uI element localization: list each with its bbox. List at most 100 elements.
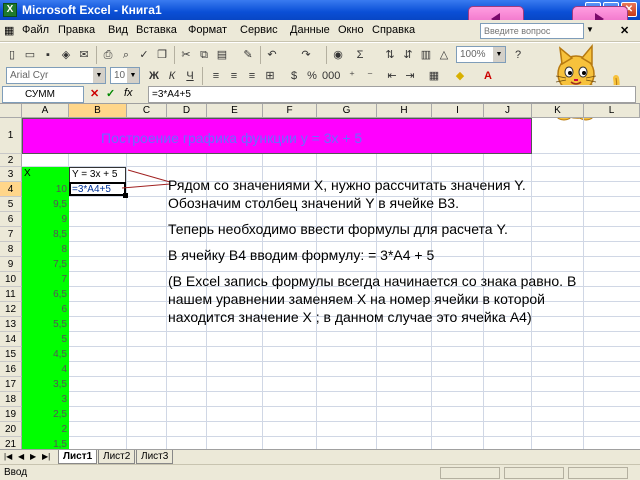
autosum-icon[interactable]: Σ — [352, 47, 368, 63]
tab-sheet2[interactable]: Лист2 — [98, 450, 136, 464]
column-header-d[interactable]: D — [167, 104, 207, 118]
menu-data[interactable]: Данные — [290, 24, 330, 36]
row-header-18[interactable]: 18 — [0, 392, 22, 407]
first-sheet-icon[interactable]: |◀ — [4, 452, 12, 461]
email-icon[interactable]: ✉ — [76, 47, 92, 63]
decrease-decimal-icon[interactable]: ⁻ — [362, 68, 378, 84]
row-header-9[interactable]: 9 — [0, 257, 22, 272]
row-header-12[interactable]: 12 — [0, 302, 22, 317]
row-header-16[interactable]: 16 — [0, 362, 22, 377]
row-header-14[interactable]: 14 — [0, 332, 22, 347]
cancel-entry-icon[interactable]: ✕ — [90, 87, 99, 100]
font-color-icon[interactable]: A — [480, 68, 496, 84]
cell-a11[interactable]: 6,5 — [22, 289, 67, 300]
column-header-f[interactable]: F — [263, 104, 317, 118]
row-header-3[interactable]: 3 — [0, 167, 22, 182]
row-header-17[interactable]: 17 — [0, 377, 22, 392]
tab-sheet3[interactable]: Лист3 — [136, 450, 174, 464]
menu-insert[interactable]: Вставка — [136, 24, 177, 36]
percent-format-icon[interactable]: % — [304, 68, 320, 84]
font-dropdown-icon[interactable]: ▼ — [93, 68, 105, 83]
menu-window[interactable]: Окно — [338, 24, 364, 36]
name-box[interactable]: СУММ — [2, 86, 84, 103]
italic-button[interactable]: К — [164, 68, 180, 84]
align-left-icon[interactable]: ≡ — [208, 68, 224, 84]
zoom-select[interactable]: 100% ▼ — [456, 46, 506, 63]
excel-menu-icon[interactable]: ▦ — [4, 24, 14, 37]
cell-a4[interactable]: 10 — [22, 184, 67, 195]
column-header-e[interactable]: E — [207, 104, 263, 118]
cell-a10[interactable]: 7 — [22, 274, 67, 285]
currency-format-icon[interactable]: $ — [286, 68, 302, 84]
insert-function-icon[interactable]: fx — [124, 87, 133, 99]
help-question-input[interactable] — [480, 23, 584, 39]
row-header-7[interactable]: 7 — [0, 227, 22, 242]
new-document-icon[interactable]: ▯ — [4, 47, 20, 63]
cell-a3[interactable]: X — [24, 168, 31, 179]
font-name-select[interactable]: Arial Cyr ▼ — [6, 67, 106, 84]
save-icon[interactable]: ▪ — [40, 47, 56, 63]
spelling-icon[interactable]: ✓ — [136, 47, 152, 63]
column-header-l[interactable]: L — [584, 104, 640, 118]
fill-handle[interactable] — [123, 193, 128, 198]
column-header-k[interactable]: K — [532, 104, 584, 118]
menu-help[interactable]: Справка — [372, 24, 415, 36]
row-header-10[interactable]: 10 — [0, 272, 22, 287]
size-dropdown-icon[interactable]: ▼ — [127, 68, 139, 83]
tab-sheet1[interactable]: Лист1 — [58, 450, 98, 464]
increase-decimal-icon[interactable]: ⁺ — [344, 68, 360, 84]
cell-a17[interactable]: 3,5 — [22, 379, 67, 390]
row-header-15[interactable]: 15 — [0, 347, 22, 362]
row-header-8[interactable]: 8 — [0, 242, 22, 257]
spreadsheet-grid[interactable]: ABCDEFGHIJKL 1 2 3 4 5 6 7 8 9 10 11 12 13 14 15 16 17 18… — [0, 104, 640, 449]
help-icon[interactable]: ? — [510, 47, 526, 63]
cell-a20[interactable]: 2 — [22, 424, 67, 435]
borders-icon[interactable]: ▦ — [426, 68, 442, 84]
column-header-c[interactable]: C — [127, 104, 167, 118]
row-header-11[interactable]: 11 — [0, 287, 22, 302]
excel-app-icon[interactable]: X — [3, 3, 17, 17]
cell-a16[interactable]: 4 — [22, 364, 67, 375]
cell-a18[interactable]: 3 — [22, 394, 67, 405]
cell-a13[interactable]: 5,5 — [22, 319, 67, 330]
row-header-20[interactable]: 20 — [0, 422, 22, 437]
zoom-dropdown-icon[interactable]: ▼ — [493, 47, 505, 62]
align-center-icon[interactable]: ≡ — [226, 68, 242, 84]
formula-input[interactable]: =3*A4+5 — [148, 86, 636, 103]
row-header-19[interactable]: 19 — [0, 407, 22, 422]
cell-a5[interactable]: 9,5 — [22, 199, 67, 210]
enter-entry-icon[interactable]: ✓ — [106, 87, 115, 100]
merge-center-icon[interactable]: ⊞ — [262, 68, 278, 84]
row-header-5[interactable]: 5 — [0, 197, 22, 212]
menu-format[interactable]: Формат — [188, 24, 227, 36]
print-icon[interactable]: ⎙ — [100, 47, 116, 63]
format-painter-icon[interactable]: ✎ — [240, 47, 256, 63]
menu-file[interactable]: Файл — [22, 24, 49, 36]
paste-icon[interactable]: ▤ — [214, 47, 230, 63]
permission-icon[interactable]: ◈ — [58, 47, 74, 63]
thousands-format-icon[interactable]: 000 — [322, 68, 340, 84]
row-header-21[interactable]: 21 — [0, 437, 22, 449]
font-size-select[interactable]: 10 ▼ — [110, 67, 140, 84]
column-header-h[interactable]: H — [377, 104, 432, 118]
sort-ascending-icon[interactable]: ⇅ — [382, 47, 398, 63]
hyperlink-icon[interactable]: ◉ — [330, 47, 346, 63]
fill-color-icon[interactable]: ◆ — [452, 68, 468, 84]
help-dropdown-icon[interactable]: ▼ — [586, 25, 594, 34]
open-folder-icon[interactable]: ▭ — [22, 47, 38, 63]
cell-a7[interactable]: 8,5 — [22, 229, 67, 240]
column-header-j[interactable]: J — [484, 104, 532, 118]
column-header-a[interactable]: A — [22, 104, 69, 118]
research-icon[interactable]: ❐ — [154, 47, 170, 63]
menu-view[interactable]: Вид — [108, 24, 128, 36]
row-header-6[interactable]: 6 — [0, 212, 22, 227]
title-merged-cell[interactable]: Построение графика функции y = 3x + 5 — [22, 118, 532, 154]
cell-a19[interactable]: 2,5 — [22, 409, 67, 420]
copy-icon[interactable]: ⧉ — [196, 47, 212, 63]
select-all-button[interactable] — [0, 104, 22, 118]
bold-button[interactable]: Ж — [146, 68, 162, 84]
prev-sheet-icon[interactable]: ◀ — [18, 452, 24, 461]
cell-a6[interactable]: 9 — [22, 214, 67, 225]
cell-a8[interactable]: 8 — [22, 244, 67, 255]
cell-b4-active[interactable]: =3*A4+5 — [69, 182, 128, 198]
